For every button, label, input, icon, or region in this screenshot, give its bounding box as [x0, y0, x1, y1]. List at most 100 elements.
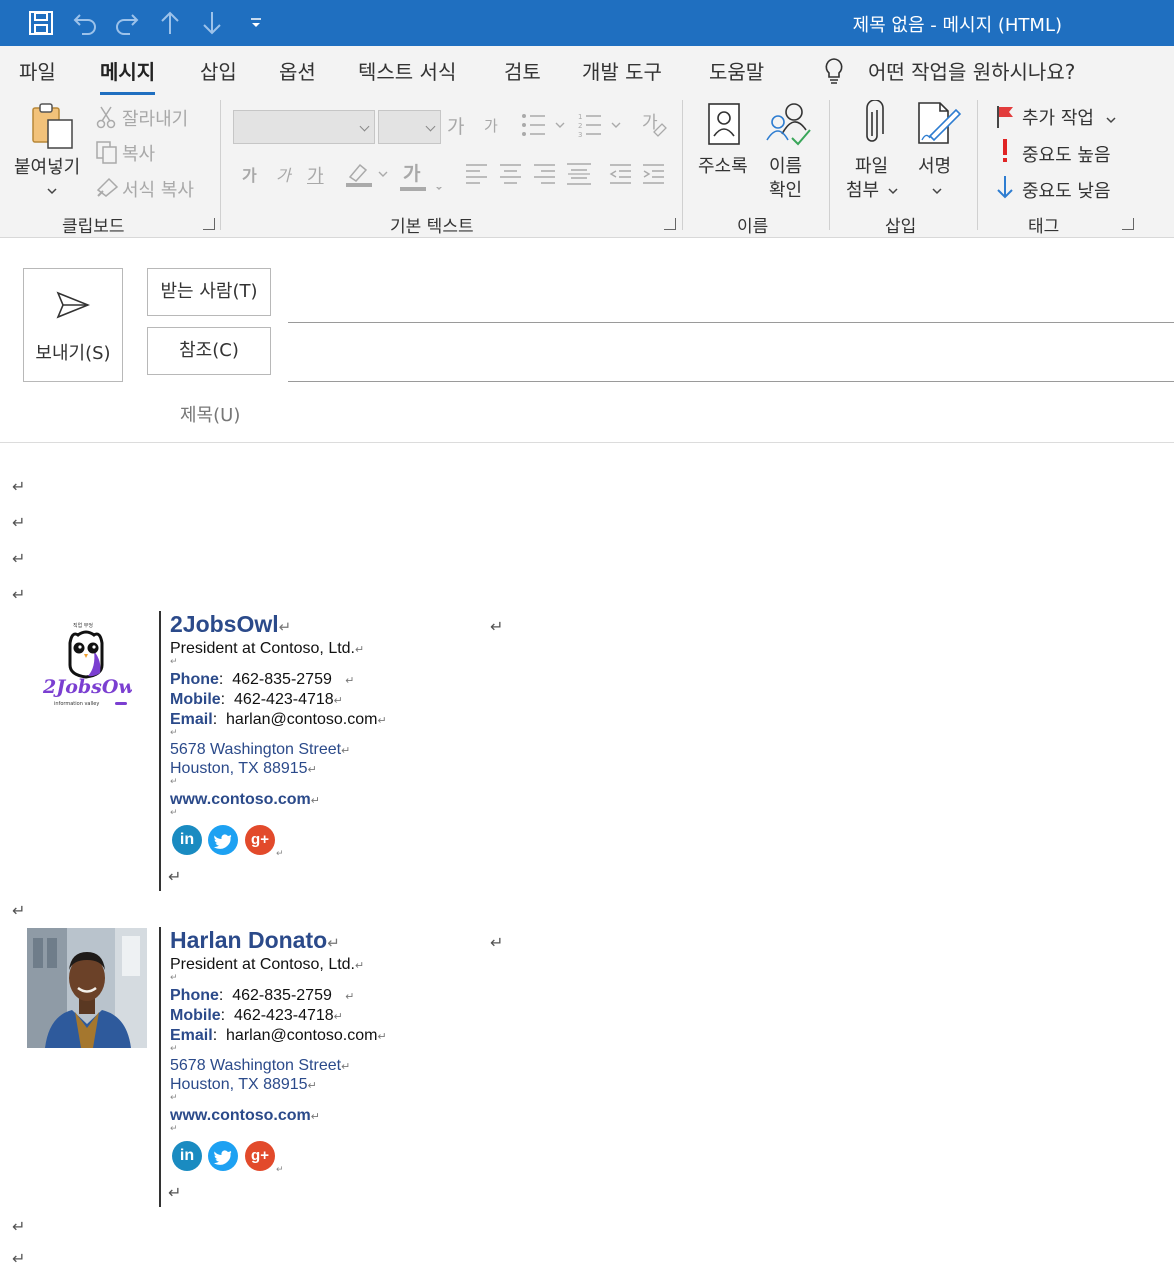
tags-group-label: 태그	[1028, 217, 1060, 237]
signature-divider	[159, 927, 161, 1207]
attach-file-button-line2[interactable]: 첨부	[846, 176, 879, 202]
align-right-icon[interactable]	[533, 163, 557, 189]
check-names-button[interactable]: 이름	[769, 152, 802, 178]
chevron-down-icon[interactable]	[887, 182, 899, 201]
low-importance-icon[interactable]	[996, 174, 1014, 204]
signature-email: Email: harlan@contoso.com↵	[170, 1027, 387, 1044]
shrink-font-button[interactable]: 가	[484, 115, 498, 136]
twitter-icon[interactable]	[208, 825, 238, 855]
cut-button[interactable]: 잘라내기	[122, 105, 188, 131]
basic-text-launcher-icon[interactable]	[664, 218, 676, 230]
tab-message[interactable]: 메시지	[100, 56, 156, 95]
flag-icon[interactable]	[995, 104, 1017, 134]
lightbulb-icon[interactable]	[823, 57, 845, 89]
customize-dropdown-icon[interactable]	[241, 9, 271, 37]
redo-icon[interactable]	[112, 9, 142, 37]
font-size-combo[interactable]	[378, 110, 441, 144]
signature-icon[interactable]	[916, 100, 962, 150]
clear-formatting-icon[interactable]: 가	[640, 110, 668, 142]
copy-button[interactable]: 복사	[122, 140, 155, 166]
linkedin-icon[interactable]: in	[172, 1141, 202, 1171]
google-plus-icon[interactable]: g+	[245, 825, 275, 855]
tell-me-search[interactable]: 어떤 작업을 원하시나요?	[868, 56, 1075, 85]
highlight-icon[interactable]	[345, 160, 393, 192]
font-color-button[interactable]: 가	[403, 159, 420, 186]
svg-text:1: 1	[578, 113, 582, 121]
ribbon-separator	[220, 100, 221, 230]
signature-divider	[159, 611, 161, 891]
paragraph-mark: ↵	[170, 1044, 178, 1054]
tab-insert[interactable]: 삽입	[200, 56, 237, 85]
attach-file-button[interactable]: 파일	[855, 152, 888, 178]
italic-button[interactable]: 가	[276, 162, 291, 186]
to-field[interactable]	[288, 322, 1174, 323]
title-bar: 제목 없음 - 메시지 (HTML)	[0, 0, 1174, 46]
signature-phone: Phone: 462-835-2759 ↵	[170, 671, 355, 688]
down-arrow-icon[interactable]	[197, 9, 227, 37]
follow-up-button[interactable]: 추가 작업	[1022, 104, 1094, 130]
linkedin-icon[interactable]: in	[172, 825, 202, 855]
signature-email: Email: harlan@contoso.com↵	[170, 711, 387, 728]
signature-address-line1: 5678 Washington Street↵	[170, 741, 351, 758]
paste-icon[interactable]	[30, 102, 76, 154]
format-painter-icon	[95, 176, 121, 202]
paragraph-mark: ↵	[276, 1165, 284, 1175]
align-left-icon[interactable]	[465, 163, 489, 189]
chevron-down-icon[interactable]	[931, 182, 943, 201]
cc-field[interactable]	[288, 381, 1174, 382]
google-plus-icon[interactable]: g+	[245, 1141, 275, 1171]
paragraph-mark: ↵	[490, 617, 504, 636]
high-importance-button[interactable]: 중요도 높음	[1022, 141, 1111, 167]
decrease-indent-icon[interactable]	[609, 163, 633, 189]
signature-role: President at Contoso, Ltd.↵	[170, 640, 365, 657]
font-name-combo[interactable]	[233, 110, 375, 144]
tab-developer[interactable]: 개발 도구	[582, 56, 662, 85]
paperclip-icon[interactable]	[858, 99, 886, 152]
send-button[interactable]: 보내기(S)	[23, 268, 123, 382]
paragraph-mark: ↵	[12, 549, 26, 568]
underline-button[interactable]: 가	[307, 162, 324, 188]
align-center-icon[interactable]	[499, 163, 523, 189]
check-names-button-line2[interactable]: 확인	[769, 176, 802, 202]
grow-font-button[interactable]: 가	[447, 112, 464, 139]
paragraph-mark: ↵	[168, 867, 182, 886]
bullets-icon[interactable]	[521, 112, 569, 142]
address-book-icon[interactable]	[706, 102, 742, 150]
signature-phone: Phone: 462-835-2759 ↵	[170, 987, 355, 1004]
tab-help[interactable]: 도움말	[709, 56, 764, 85]
low-importance-button[interactable]: 중요도 낮음	[1022, 177, 1111, 203]
undo-icon[interactable]	[70, 9, 100, 37]
cc-button[interactable]: 참조(C)	[147, 327, 271, 375]
bold-button[interactable]: 가	[242, 162, 257, 186]
tab-format-text[interactable]: 텍스트 서식	[358, 56, 456, 85]
clipboard-launcher-icon[interactable]	[203, 218, 215, 230]
save-icon[interactable]	[26, 9, 56, 37]
message-body[interactable]: ↵ ↵ ↵ ↵ 직업 부엉 2JobsOwl information valle…	[0, 443, 1174, 1268]
svg-text:information valley: information valley	[54, 701, 99, 707]
chevron-down-icon[interactable]	[1105, 111, 1117, 130]
address-book-button[interactable]: 주소록	[698, 152, 748, 178]
numbering-icon[interactable]: 123	[578, 112, 626, 142]
svg-text:2: 2	[578, 122, 582, 130]
tags-launcher-icon[interactable]	[1122, 218, 1134, 230]
high-importance-icon[interactable]	[1000, 138, 1010, 168]
increase-indent-icon[interactable]	[642, 163, 666, 189]
signature-address-line2: Houston, TX 88915↵	[170, 1076, 317, 1093]
tab-review[interactable]: 검토	[504, 56, 541, 85]
tab-options[interactable]: 옵션	[279, 56, 316, 85]
signature-button[interactable]: 서명	[918, 152, 951, 178]
paste-button[interactable]: 붙여넣기	[14, 153, 80, 179]
chevron-down-icon[interactable]	[46, 182, 58, 201]
format-painter-button[interactable]: 서식 복사	[122, 176, 194, 202]
paragraph-mark: ↵	[168, 1183, 182, 1202]
to-button[interactable]: 받는 사람(T)	[147, 268, 271, 316]
up-arrow-icon[interactable]	[155, 9, 185, 37]
justify-icon[interactable]	[566, 161, 592, 191]
paragraph-mark: ↵	[12, 901, 26, 920]
signature-block: Harlan Donato↵ ↵ President at Contoso, L…	[0, 927, 600, 1207]
paragraph-mark: ↵	[170, 1093, 178, 1103]
window-title: 제목 없음 - 메시지 (HTML)	[852, 15, 1062, 36]
tab-file[interactable]: 파일	[19, 56, 56, 85]
twitter-icon[interactable]	[208, 1141, 238, 1171]
check-names-icon[interactable]	[764, 100, 812, 150]
